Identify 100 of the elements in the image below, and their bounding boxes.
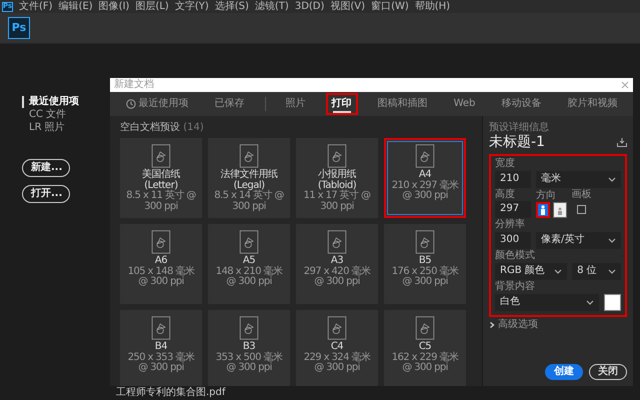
close-icon — [621, 81, 629, 89]
menu-item[interactable]: 文件(F) — [19, 0, 53, 12]
clock-icon — [126, 99, 136, 109]
chevron-down-icon — [586, 300, 594, 305]
unit-dropdown[interactable]: 像素/英寸 — [536, 232, 621, 249]
advanced-options-toggle[interactable]: 高级选项 — [489, 318, 627, 331]
preset-name: A4 — [418, 170, 432, 180]
menu-item[interactable]: 图层(L) — [135, 0, 169, 12]
preset-name: A6 — [154, 256, 168, 266]
height-field[interactable]: 297 — [495, 200, 531, 218]
field-label: 分辨率 — [495, 218, 526, 231]
sidebar-button[interactable]: 打开... — [22, 185, 70, 203]
color-mode-dropdown[interactable]: RGB 颜色 — [495, 262, 568, 280]
tab[interactable]: 已保存 — [208, 93, 251, 115]
preset-card[interactable]: B5 176 x 250 毫米 @ 300 ppi — [384, 224, 466, 304]
preset-card[interactable]: A6 105 x 148 毫米 @ 300 ppi — [120, 224, 202, 304]
menu-item[interactable]: 3D(D) — [294, 0, 324, 12]
tab[interactable]: 图稿和插图 — [372, 93, 434, 115]
background-dropdown[interactable]: 白色 — [495, 294, 599, 311]
preset-size: 148 x 210 毫米 @ 300 ppi — [214, 266, 284, 288]
document-icon — [414, 230, 436, 254]
menu-item[interactable]: 文字(Y) — [174, 0, 209, 12]
tab[interactable]: Web — [448, 93, 482, 115]
preset-card[interactable]: 美国信纸 (Letter) 8.5 x 11 英寸 @ 300 ppi — [120, 138, 202, 218]
preset-card[interactable]: 小报用纸 (Tabloid) 11 x 17 英寸 @ 300 ppi — [296, 138, 378, 218]
preset-name: C5 — [418, 342, 432, 352]
document-icon — [326, 144, 348, 168]
menu-item[interactable]: 编辑(E) — [58, 0, 93, 12]
preset-name: 美国信纸 (Letter) — [141, 170, 180, 190]
document-icon — [414, 144, 436, 168]
color-swatch[interactable] — [604, 294, 621, 311]
document-title: 未标题-1 — [489, 134, 545, 151]
preset-size: 8.5 x 14 英寸 @ 300 ppi — [213, 191, 285, 212]
preset-size: 210 x 297 毫米 @ 300 ppi — [390, 180, 460, 202]
document-icon — [238, 230, 260, 254]
field-label: 宽度 — [495, 158, 516, 170]
document-icon — [238, 144, 260, 168]
preset-card[interactable]: A5 148 x 210 毫米 @ 300 ppi — [208, 224, 290, 304]
sidebar-button[interactable]: 新建... — [22, 159, 70, 177]
file-name: 工程师专利的集合图.pdf — [115, 387, 227, 399]
preset-size: 105 x 148 毫米 @ 300 ppi — [126, 266, 196, 288]
details-heading: 预设详细信息 — [489, 122, 550, 134]
tab[interactable]: 照片 — [280, 93, 312, 115]
landscape-button[interactable] — [552, 202, 566, 218]
preset-card[interactable]: A3 297 x 420 毫米 @ 300 ppi — [296, 224, 378, 304]
menu-item[interactable]: 选择(S) — [214, 0, 249, 12]
save-preset-icon — [617, 138, 627, 147]
menu-item[interactable]: 视图(V) — [330, 0, 366, 12]
tab[interactable]: 打印 — [326, 93, 358, 115]
unit-dropdown[interactable]: 毫米 — [536, 170, 621, 188]
preset-card[interactable]: 法律文件用纸 (Legal) 8.5 x 14 英寸 @ 300 ppi — [208, 138, 290, 218]
document-icon — [326, 230, 348, 254]
chevron-icon — [489, 322, 495, 328]
portrait-button[interactable] — [536, 202, 550, 218]
sidebar-item[interactable]: LR 照片 — [22, 122, 110, 134]
preset-heading: 空白文档预设 — [120, 122, 180, 133]
resolution-field[interactable]: 300 — [495, 232, 531, 249]
person-icon — [540, 204, 546, 215]
preset-size: 297 x 420 毫米 @ 300 ppi — [302, 266, 372, 288]
preset-name: C4 — [330, 342, 344, 352]
menu-item[interactable]: 滤镜(T) — [254, 0, 289, 12]
preset-card[interactable]: A4 210 x 297 毫米 @ 300 ppi — [384, 138, 466, 218]
document-icon — [414, 316, 436, 340]
preset-name: B4 — [154, 342, 168, 352]
create-button[interactable]: 创建 — [545, 364, 583, 380]
document-icon — [150, 230, 172, 254]
menu-item[interactable]: 图像(I) — [98, 0, 130, 12]
chevron-down-icon — [608, 176, 616, 182]
preset-size: 176 x 250 毫米 @ 300 ppi — [390, 266, 460, 288]
preset-size: 162 x 229 毫米 @ 300 ppi — [390, 352, 460, 374]
field-label: 高度 — [495, 188, 516, 201]
preset-name: 小报用纸 (Tabloid) — [316, 170, 356, 190]
preset-card[interactable]: C5 162 x 229 毫米 @ 300 ppi — [384, 310, 466, 386]
preset-card[interactable]: C4 229 x 324 毫米 @ 300 ppi — [296, 310, 378, 386]
tab[interactable]: 胶片和视频 — [561, 93, 624, 115]
preset-size: 250 x 353 毫米 @ 300 ppi — [126, 352, 196, 374]
chevron-down-icon — [554, 268, 562, 274]
preset-size: 11 x 17 英寸 @ 300 ppi — [302, 191, 372, 212]
bit-depth-dropdown[interactable]: 8 位 — [572, 262, 621, 280]
artboard-checkbox[interactable] — [577, 204, 586, 214]
preset-name: B3 — [242, 342, 256, 352]
close-button[interactable]: 关闭 — [589, 364, 627, 380]
document-icon — [326, 316, 348, 340]
preset-size: 353 x 500 毫米 @ 300 ppi — [214, 352, 284, 374]
tab[interactable]: 最近使用项 — [120, 93, 195, 115]
document-icon — [150, 316, 172, 340]
tab[interactable]: 移动设备 — [495, 93, 548, 115]
field-label: 颜色模式 — [495, 250, 536, 262]
sidebar-item[interactable]: CC 文件 — [22, 109, 110, 121]
preset-name: 法律文件用纸 (Legal) — [220, 170, 278, 190]
field-label: 方向 — [536, 190, 557, 202]
preset-size: 229 x 324 毫米 @ 300 ppi — [302, 352, 372, 374]
width-field[interactable]: 210 — [495, 170, 531, 188]
preset-card[interactable]: B4 250 x 353 毫米 @ 300 ppi — [120, 310, 202, 386]
document-icon — [238, 316, 260, 340]
field-label: 画板 — [572, 188, 592, 201]
preset-card[interactable]: B3 353 x 500 毫米 @ 300 ppi — [208, 310, 290, 386]
menu-item[interactable]: 窗口(W) — [371, 0, 409, 12]
dialog-title: 新建文档 — [114, 79, 154, 91]
menu-item[interactable]: 帮助(H) — [414, 0, 450, 12]
